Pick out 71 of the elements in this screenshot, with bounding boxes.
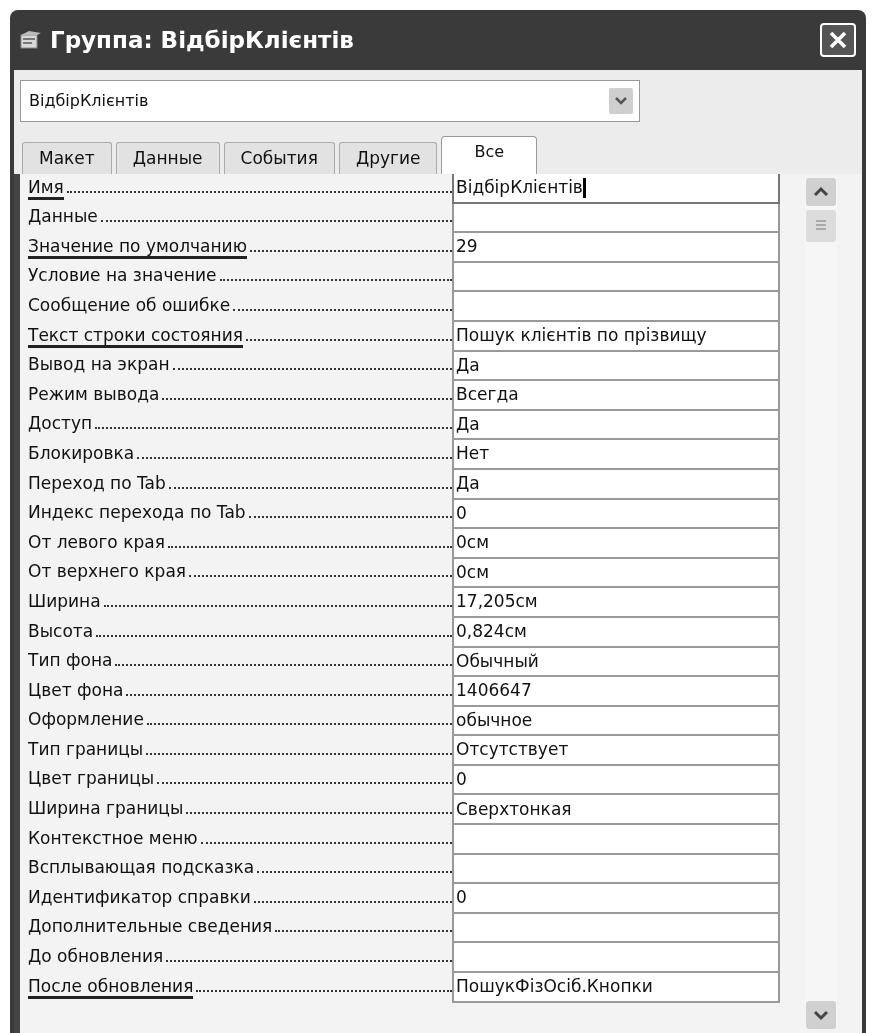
tab[interactable]: Макет xyxy=(22,142,112,174)
property-value-field[interactable]: 17,205см xyxy=(452,588,780,618)
property-value-field[interactable]: 0 xyxy=(452,765,780,796)
property-value-field[interactable]: Сверхтонкая xyxy=(452,795,780,826)
property-label: Сообщение об ошибке xyxy=(28,294,231,317)
property-value-field[interactable]: Нет xyxy=(452,440,780,470)
property-label: До обновления xyxy=(28,946,164,969)
property-label: Ширина xyxy=(28,590,101,613)
property-value-field[interactable] xyxy=(452,262,780,293)
close-icon xyxy=(828,30,848,50)
window-icon xyxy=(20,30,42,50)
property-label: Режим вывода xyxy=(28,383,160,406)
chevron-down-icon[interactable] xyxy=(806,1001,836,1029)
property-value-field[interactable]: ВідбірКлієнтів xyxy=(452,174,780,204)
property-label: Контекстное меню xyxy=(28,827,198,850)
property-value-field[interactable]: Да xyxy=(452,469,780,500)
property-value-field[interactable]: 0см xyxy=(452,529,780,559)
property-value-field[interactable]: Пошук клієнтів по прізвищу xyxy=(452,321,780,352)
property-label: Данные xyxy=(28,206,98,229)
property-label: Тип фона xyxy=(28,650,113,673)
property-value-field[interactable]: 0 xyxy=(452,499,780,530)
property-value-field[interactable]: 0см xyxy=(452,558,780,589)
property-label: Цвет фона xyxy=(28,679,124,702)
property-label: Высота xyxy=(28,620,94,643)
property-label: Цвет границы xyxy=(28,768,155,791)
scroll-thumb-icon[interactable] xyxy=(806,210,836,242)
tab[interactable]: Другие xyxy=(338,142,438,174)
window-title: Группа: ВідбірКлієнтів xyxy=(50,25,355,55)
property-label: Индекс перехода по Tab xyxy=(28,502,246,525)
property-label: Доступ xyxy=(28,413,93,436)
property-value-field[interactable]: Да xyxy=(452,351,780,382)
property-label: От левого края xyxy=(28,531,165,554)
property-value-field[interactable] xyxy=(452,913,780,944)
tab[interactable]: Данные xyxy=(115,142,220,174)
tab[interactable]: Все xyxy=(441,136,538,174)
chevron-down-icon xyxy=(609,88,633,114)
property-label: Всплывающая подсказка xyxy=(28,857,255,880)
property-value-field[interactable]: 0 xyxy=(452,884,780,914)
property-label: Условие на значение xyxy=(28,265,217,288)
property-label: От верхнего края xyxy=(28,561,187,584)
property-label: Дополнительные сведения xyxy=(28,916,273,939)
property-value-field[interactable]: Всегда xyxy=(452,381,780,411)
property-label: Имя xyxy=(28,176,64,200)
property-value-field[interactable]: 1406647 xyxy=(452,677,780,707)
property-label: После обновления xyxy=(28,975,194,999)
property-value-field[interactable] xyxy=(452,854,780,885)
close-button[interactable] xyxy=(820,23,856,57)
property-value-field[interactable]: 0,824см xyxy=(452,617,780,648)
property-label: Идентификатор справки xyxy=(28,886,251,909)
property-value-field[interactable]: Да xyxy=(452,410,780,441)
property-label: Текст строки состояния xyxy=(28,324,243,348)
dropdown-value: ВідбірКлієнтів xyxy=(29,90,150,112)
property-label: Тип границы xyxy=(28,738,144,761)
object-dropdown[interactable]: ВідбірКлієнтів xyxy=(20,80,640,122)
property-value-field[interactable]: обычное xyxy=(452,706,780,737)
property-label: Блокировка xyxy=(28,442,135,465)
property-value-field[interactable]: Обычный xyxy=(452,647,780,678)
property-label: Вывод на экран xyxy=(28,354,170,377)
property-value-field[interactable] xyxy=(452,292,780,322)
property-value-field[interactable] xyxy=(452,203,780,234)
chevron-up-icon[interactable] xyxy=(806,178,836,206)
property-value-field[interactable]: 29 xyxy=(452,233,780,263)
tab[interactable]: События xyxy=(223,142,335,174)
property-label: Значение по умолчанию xyxy=(28,235,247,259)
property-value-field[interactable] xyxy=(452,943,780,974)
property-label: Ширина границы xyxy=(28,798,184,821)
property-value-field[interactable]: ПошукФізОсіб.Кнопки xyxy=(452,973,780,1003)
property-label: Оформление xyxy=(28,709,144,732)
property-label: Переход по Tab xyxy=(28,472,166,495)
property-value-field[interactable] xyxy=(452,825,780,855)
property-value-field[interactable]: Отсутствует xyxy=(452,736,780,766)
